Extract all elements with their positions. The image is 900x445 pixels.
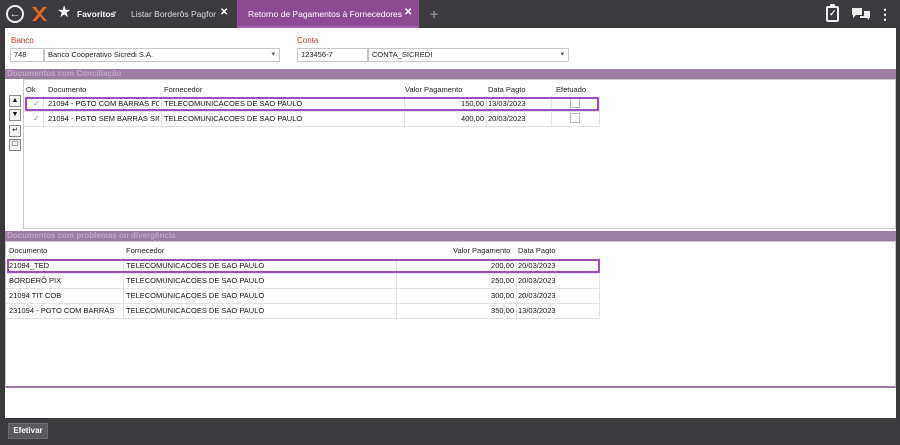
banco-select[interactable]: Banco Cooperativo Sicredi S.A. ▾	[44, 48, 280, 62]
col-header-documento[interactable]: Documento	[48, 85, 86, 94]
tab-retorno-pagamentos[interactable]: Retorno de Pagamentos à Fornecedores ✕	[237, 0, 419, 28]
selected-row-highlight	[7, 259, 600, 273]
cell-documento: 21094 - PGTO SEM BARRAS SICREDI	[48, 114, 159, 123]
col-header-ok[interactable]: Ok	[26, 85, 36, 94]
cell-valor: 250,00	[491, 276, 514, 285]
cell-documento: BORDERÔ PIX	[9, 276, 62, 285]
cell-documento: 231094 - PGTO COM BARRAS	[9, 306, 115, 315]
col-header-data[interactable]: Data Pagto	[488, 85, 526, 94]
app-logo-icon[interactable]	[30, 5, 48, 23]
banco-name-value: Banco Cooperativo Sicredi S.A.	[48, 50, 154, 59]
section-header-problemas: Documentos com problemas ou divergência	[5, 231, 896, 241]
cell-documento: 21094 TIT COB	[9, 291, 62, 300]
move-down-button[interactable]: ▼	[9, 109, 21, 121]
banco-code-value: 748	[14, 50, 27, 59]
grid-line	[6, 273, 599, 274]
conta-number-field[interactable]: 123456-7	[297, 48, 368, 62]
back-icon[interactable]: ←	[6, 5, 24, 23]
banco-code-field[interactable]: 748	[10, 48, 44, 62]
chevron-down-icon[interactable]: ▾	[113, 9, 117, 17]
grid-line	[24, 111, 599, 112]
ok-check-icon[interactable]: ✓	[33, 114, 40, 123]
cell-data: 13/03/2023	[518, 306, 556, 315]
cell-valor: 400,00	[461, 114, 484, 123]
col-header-fornecedor[interactable]: Fornecedor	[164, 85, 202, 94]
cell-data: 20/03/2023	[518, 291, 556, 300]
clipboard-check-icon[interactable]	[826, 4, 839, 22]
bottom-bar: Efetivar	[0, 418, 900, 445]
favorites-menu[interactable]: Favoritos	[77, 9, 115, 19]
col-header-documento[interactable]: Documento	[9, 246, 47, 255]
enter-button[interactable]: ↵	[9, 125, 21, 137]
close-icon[interactable]: ✕	[404, 7, 412, 18]
cell-fornecedor: TELECOMUNICACOES DE SAO PAULO	[126, 306, 265, 315]
add-tab-icon[interactable]: +	[430, 7, 438, 21]
star-icon[interactable]: ★	[57, 3, 71, 23]
grid-line	[6, 303, 599, 304]
chevron-down-icon[interactable]: ▾	[271, 49, 275, 61]
cell-data: 20/03/2023	[488, 114, 526, 123]
col-header-fornecedor[interactable]: Fornecedor	[126, 246, 164, 255]
conta-label: Conta	[297, 36, 319, 45]
cell-fornecedor: TELECOMUNICACOES DE SAO PAULO	[126, 291, 265, 300]
efetuado-checkbox[interactable]	[570, 113, 580, 123]
chat-icon[interactable]	[851, 7, 871, 21]
tab-listar-borderos[interactable]: Listar Borderôs Pagfor ✕	[122, 0, 234, 28]
move-up-button[interactable]: ▲	[9, 95, 21, 107]
grid-line	[24, 126, 599, 127]
conta-number-value: 123456-7	[301, 50, 333, 59]
problemas-grid: Documento Fornecedor Valor Pagamento Dat…	[5, 241, 896, 388]
tab-label: Retorno de Pagamentos à Fornecedores	[248, 9, 403, 19]
top-bar: ← ★ Favoritos ▾ Listar Borderôs Pagfor ✕…	[0, 0, 900, 28]
main-content: Banco 748 Banco Cooperativo Sicredi S.A.…	[5, 28, 896, 418]
cell-valor: 350,00	[491, 306, 514, 315]
selected-row-highlight	[25, 97, 599, 111]
col-header-valor[interactable]: Valor Pagamento	[405, 85, 462, 94]
conta-select[interactable]: CONTA_SICREDI ▾	[368, 48, 569, 62]
cell-data: 20/03/2023	[518, 276, 556, 285]
col-header-data[interactable]: Data Pagto	[518, 246, 556, 255]
cell-valor: 300,00	[491, 291, 514, 300]
chevron-down-icon[interactable]: ▾	[560, 49, 564, 61]
cell-fornecedor: TELECOMUNICACOES DE SAO PAULO	[164, 114, 303, 123]
section-header-conciliacao: Documentos com Conciliação	[5, 69, 896, 79]
col-header-valor[interactable]: Valor Pagamento	[453, 246, 510, 255]
close-icon[interactable]: ✕	[220, 7, 228, 18]
col-header-efetuado[interactable]: Efetuado	[556, 85, 586, 94]
conciliacao-grid: Ok Documento Fornecedor Valor Pagamento …	[23, 79, 896, 229]
grid-line	[599, 96, 600, 126]
conta-name-value: CONTA_SICREDI	[372, 50, 433, 59]
banco-label: Banco	[11, 36, 34, 45]
tab-label: Listar Borderôs Pagfor	[131, 9, 217, 19]
select-all-button[interactable]: ☐	[9, 139, 21, 151]
efetivar-button[interactable]: Efetivar	[8, 423, 48, 439]
cell-fornecedor: TELECOMUNICACOES DE SAO PAULO	[126, 276, 265, 285]
grid-line	[6, 318, 599, 319]
more-options-icon[interactable]: ⋮	[878, 6, 892, 22]
grid-line	[6, 288, 599, 289]
